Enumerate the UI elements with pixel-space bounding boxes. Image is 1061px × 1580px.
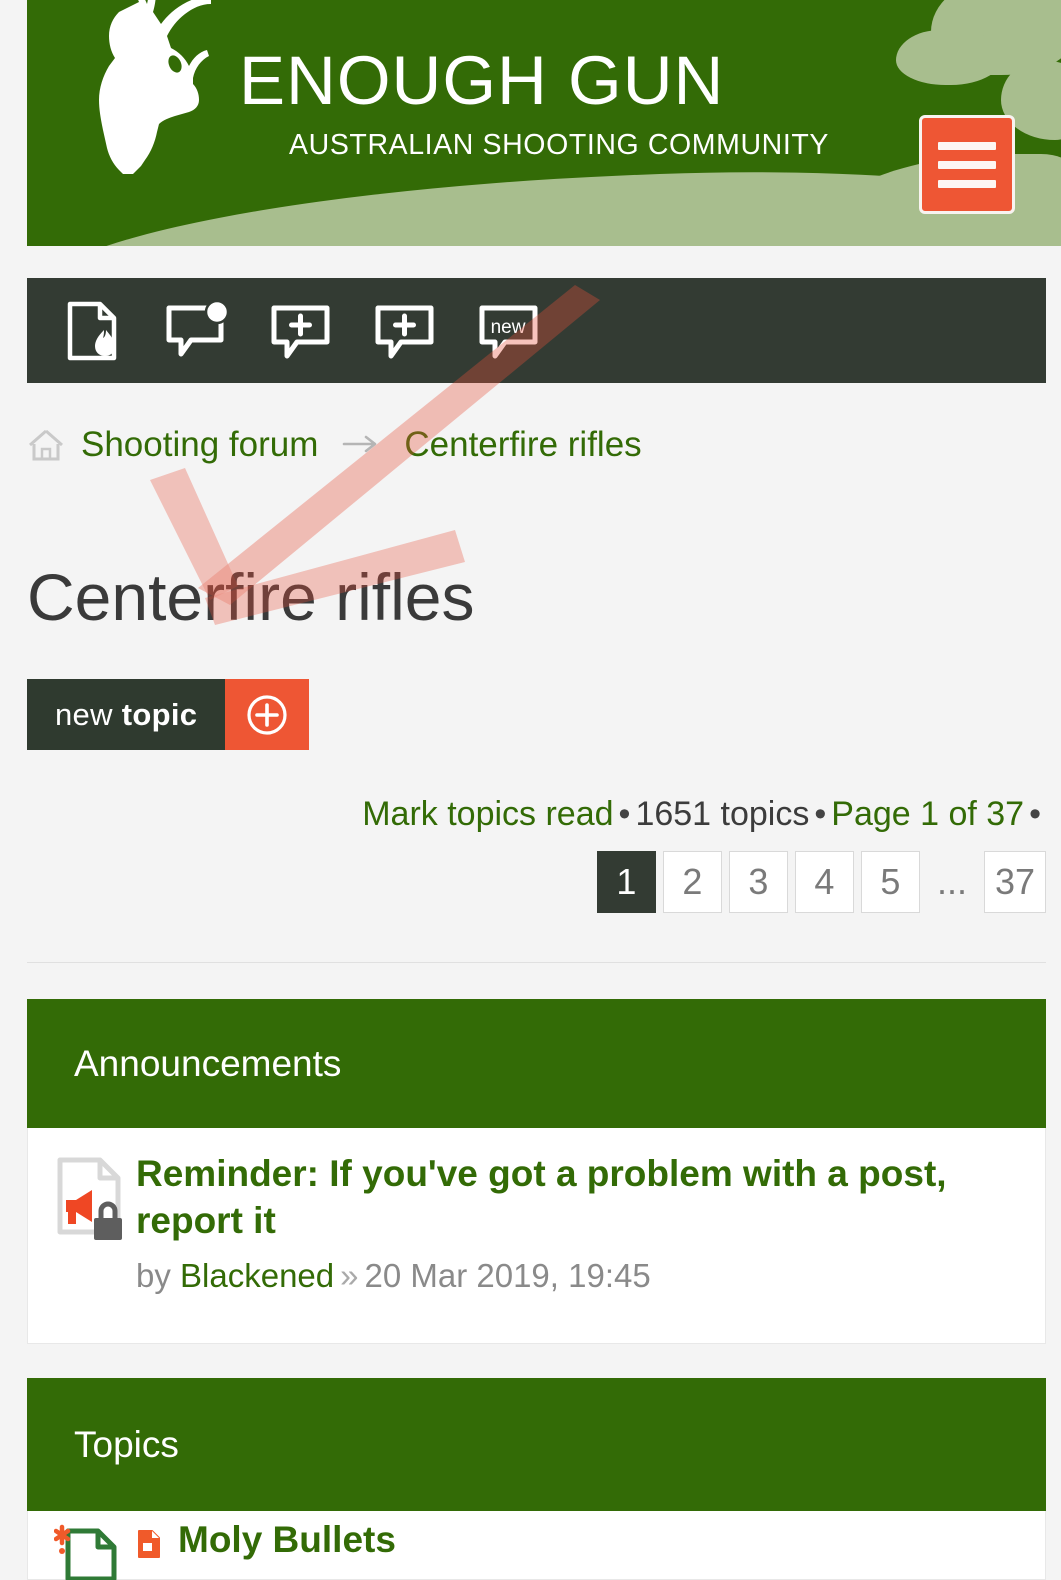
unanswered-posts-icon[interactable] [164,299,232,362]
announcements-body: Reminder: If you've got a problem with a… [27,1128,1046,1344]
announcement-meta: by Blackened» 20 Mar 2019, 19:45 [136,1255,1019,1296]
new-label-icon[interactable]: new [476,300,544,362]
breadcrumb-item-centerfire-rifles[interactable]: Centerfire rifles [404,425,641,465]
topics-body: Moly Bullets [27,1511,1046,1580]
pagination-page-1[interactable]: 1 [596,851,656,913]
breadcrumb-item-shooting-forum[interactable]: Shooting forum [81,425,318,465]
breadcrumb-separator-icon [340,425,382,465]
divider [27,962,1046,963]
topic-actions-row: Mark topics read • 1651 topics • Page 1 of 3… [27,795,1046,834]
separator-dot: • [618,795,631,833]
hot-topics-icon[interactable] [60,300,128,362]
site-banner: ENOUGH GUN AUSTRALIAN SHOOTING COMMUNITY [27,0,1061,246]
brand-subtitle: AUSTRALIAN SHOOTING COMMUNITY [289,129,829,161]
separator-dot: • [814,795,827,833]
announcement-locked-icon [54,1150,136,1296]
hamburger-bar [938,179,996,188]
pagination-page-5[interactable]: 5 [860,851,920,913]
pagination-page-2[interactable]: 2 [662,851,722,913]
hamburger-bar [938,141,996,150]
announcements-header: Announcements [27,999,1046,1128]
table-row: Moly Bullets [28,1511,1045,1580]
meta-raquo: » [340,1256,359,1294]
hamburger-menu-icon[interactable] [919,115,1015,214]
breadcrumb: Shooting forum Centerfire rifles [27,417,642,473]
deer-head-icon [99,0,211,174]
pagination-page-3[interactable]: 3 [728,851,788,913]
pagination-page-4[interactable]: 4 [794,851,854,913]
announcement-title[interactable]: Reminder: If you've got a problem with a… [136,1150,1019,1245]
quicklinks-bar: new [27,278,1046,383]
page-title: Centerfire rifles [27,560,475,634]
topic-title-moly-bullets[interactable]: Moly Bullets [178,1519,396,1561]
home-icon[interactable] [27,428,65,462]
topic-count: 1651 topics [635,795,810,833]
attachment-doc-icon [136,1519,178,1564]
announcement-row: Reminder: If you've got a problem with a… [28,1128,1045,1316]
pagination-ellipsis: ... [936,861,967,902]
new-topic-button[interactable]: new topic [27,679,310,750]
announcement-date: 20 Mar 2019, 19:45 [364,1256,651,1294]
brand-title: ENOUGH GUN [239,42,725,119]
brand-block: ENOUGH GUN AUSTRALIAN SHOOTING COMMUNITY [239,46,879,160]
by-label: by [136,1256,171,1294]
page-info[interactable]: Page 1 of 37 [831,795,1024,833]
announcement-author[interactable]: Blackened [180,1257,334,1294]
pagination-page-37[interactable]: 37 [983,851,1046,913]
new-topic-label-bold: topic [121,696,198,732]
active-topics-icon[interactable] [372,300,440,362]
separator-dot: • [1029,795,1041,833]
camo-shape [896,30,1006,85]
plus-circle-icon [225,679,310,750]
forum-page: ENOUGH GUN AUSTRALIAN SHOOTING COMMUNITY [0,0,1061,1580]
hamburger-bar [938,160,996,169]
topics-header: Topics [27,1378,1046,1511]
pagination: 1 2 3 4 5 ... 37 [27,851,1046,913]
svg-text:new: new [491,317,526,338]
new-posts-icon[interactable] [268,300,336,362]
new-topic-label-light: new [55,696,113,732]
new-topic-label: new topic [27,679,226,750]
unread-topic-icon [53,1519,136,1580]
mark-topics-read-link[interactable]: Mark topics read [362,795,613,833]
